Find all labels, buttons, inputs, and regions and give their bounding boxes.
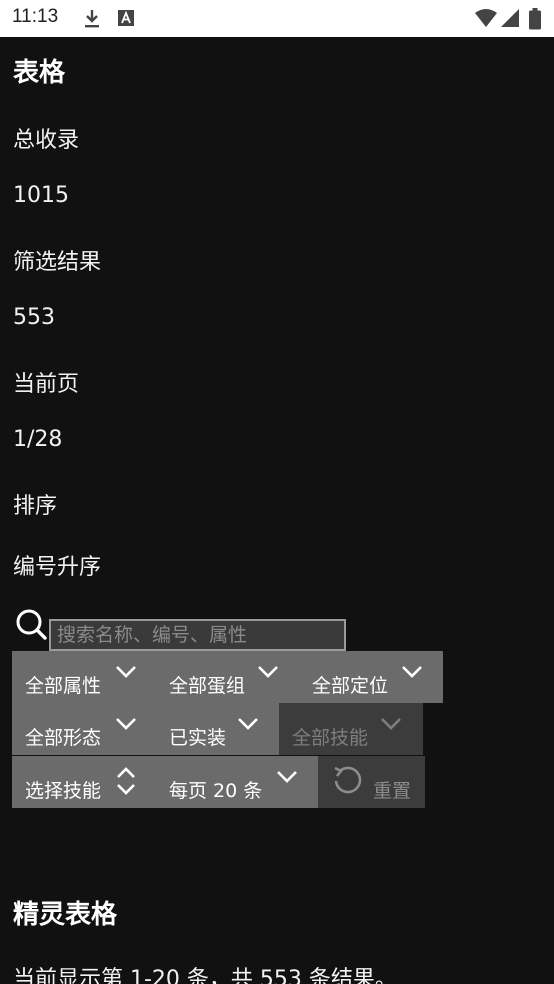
sort-label: 排序 — [13, 494, 58, 519]
chevron-down-icon — [381, 718, 401, 730]
select-skill-select[interactable]: 选择技能 — [12, 756, 156, 808]
implemented-select-label: 已实装 — [169, 727, 227, 749]
signal-icon — [500, 8, 520, 28]
page-title: 表格 — [13, 58, 66, 88]
app-notification-icon — [117, 8, 135, 28]
chevron-down-icon — [277, 771, 297, 783]
current-page-value: 1/28 — [13, 427, 63, 452]
form-select-label: 全部形态 — [25, 727, 102, 749]
reset-button-label: 重置 — [373, 780, 412, 802]
implemented-select[interactable]: 已实装 — [156, 703, 279, 755]
attribute-select-label: 全部属性 — [25, 675, 102, 697]
chevron-up-down-icon — [117, 767, 135, 795]
egg-group-select-label: 全部蛋组 — [169, 675, 246, 697]
form-select[interactable]: 全部形态 — [12, 703, 156, 755]
chevron-down-icon — [402, 666, 422, 678]
filtered-label: 筛选结果 — [13, 250, 102, 275]
egg-group-select[interactable]: 全部蛋组 — [156, 651, 299, 703]
skill-filter-select-label: 全部技能 — [292, 727, 369, 749]
attribute-select[interactable]: 全部属性 — [12, 651, 156, 703]
reset-icon — [334, 766, 362, 794]
position-select-label: 全部定位 — [312, 675, 389, 697]
result-summary: 当前显示第 1-20 条，共 553 条结果。 — [13, 967, 397, 984]
status-bar: 11:13 — [0, 0, 554, 37]
sort-value: 编号升序 — [13, 555, 102, 580]
chevron-down-icon — [258, 666, 278, 678]
reset-button[interactable]: 重置 — [318, 756, 425, 808]
chevron-down-icon — [116, 718, 136, 730]
download-icon — [82, 8, 102, 30]
wifi-icon — [474, 8, 498, 28]
chevron-down-icon — [116, 666, 136, 678]
per-page-select-label: 每页 20 条 — [169, 780, 263, 802]
chevron-down-icon — [238, 718, 258, 730]
filtered-value: 553 — [13, 305, 55, 330]
search-input[interactable] — [49, 619, 346, 651]
section-title: 精灵表格 — [13, 900, 118, 930]
per-page-select[interactable]: 每页 20 条 — [156, 756, 318, 808]
total-label: 总收录 — [13, 128, 80, 153]
position-select[interactable]: 全部定位 — [299, 651, 443, 703]
select-skill-select-label: 选择技能 — [25, 780, 102, 802]
search-icon[interactable] — [14, 607, 48, 641]
current-page-label: 当前页 — [13, 372, 80, 397]
battery-icon — [529, 8, 541, 30]
status-time: 11:13 — [12, 6, 59, 27]
skill-filter-select[interactable]: 全部技能 — [279, 703, 423, 755]
total-value: 1015 — [13, 183, 69, 208]
